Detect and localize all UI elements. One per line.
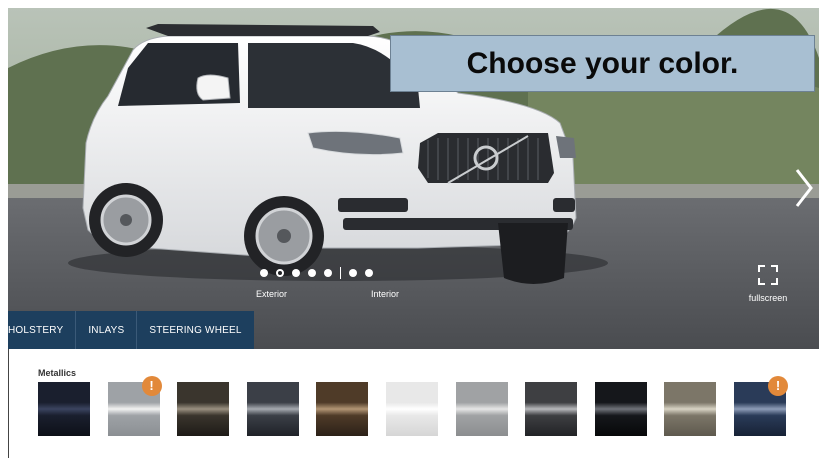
- carousel-dot[interactable]: [365, 269, 373, 277]
- color-swatch-dark-gray-brown[interactable]: [177, 382, 230, 436]
- next-arrow-icon[interactable]: [793, 166, 815, 210]
- car-viewer[interactable]: Choose your color. fullscreen Exterior I…: [8, 8, 819, 349]
- color-swatch-black[interactable]: [594, 382, 647, 436]
- color-swatch-charcoal[interactable]: [246, 382, 299, 436]
- metallics-label: Metallics: [38, 368, 77, 378]
- option-tabs: HOLSTERY INLAYS STEERING WHEEL: [8, 311, 254, 349]
- tab-inlays[interactable]: INLAYS: [76, 311, 138, 349]
- expand-icon: [758, 265, 778, 285]
- color-swatch-denim-blue[interactable]: !: [734, 376, 788, 436]
- carousel-dot-active[interactable]: [276, 269, 284, 277]
- choose-color-callout: Choose your color.: [390, 35, 815, 92]
- view-carousel-dots: [256, 266, 377, 280]
- tab-upholstery[interactable]: HOLSTERY: [8, 311, 77, 349]
- color-swatch-graphite[interactable]: [525, 382, 578, 436]
- view-separator: [340, 267, 341, 279]
- color-swatch-bronze-brown[interactable]: [316, 382, 369, 436]
- carousel-dot[interactable]: [292, 269, 300, 277]
- carousel-dot[interactable]: [260, 269, 268, 277]
- color-swatch-champagne[interactable]: [664, 382, 717, 436]
- alert-badge-icon: !: [141, 376, 162, 396]
- exterior-view-label[interactable]: Exterior: [256, 289, 287, 299]
- fullscreen-button[interactable]: fullscreen: [733, 264, 803, 304]
- alert-badge-icon: !: [768, 376, 788, 396]
- carousel-dot[interactable]: [324, 269, 332, 277]
- color-swatch-light-silver[interactable]: [455, 382, 508, 436]
- carousel-dot[interactable]: [349, 269, 357, 277]
- fullscreen-label: fullscreen: [748, 293, 788, 303]
- carousel-dot[interactable]: [308, 269, 316, 277]
- color-swatch-silver[interactable]: !: [107, 376, 162, 436]
- color-swatch-white[interactable]: [386, 382, 438, 436]
- color-swatch-dark-blue-black[interactable]: [38, 382, 90, 436]
- panel-divider: [8, 349, 9, 458]
- interior-view-label[interactable]: Interior: [371, 289, 399, 299]
- tab-steering-wheel[interactable]: STEERING WHEEL: [137, 311, 253, 349]
